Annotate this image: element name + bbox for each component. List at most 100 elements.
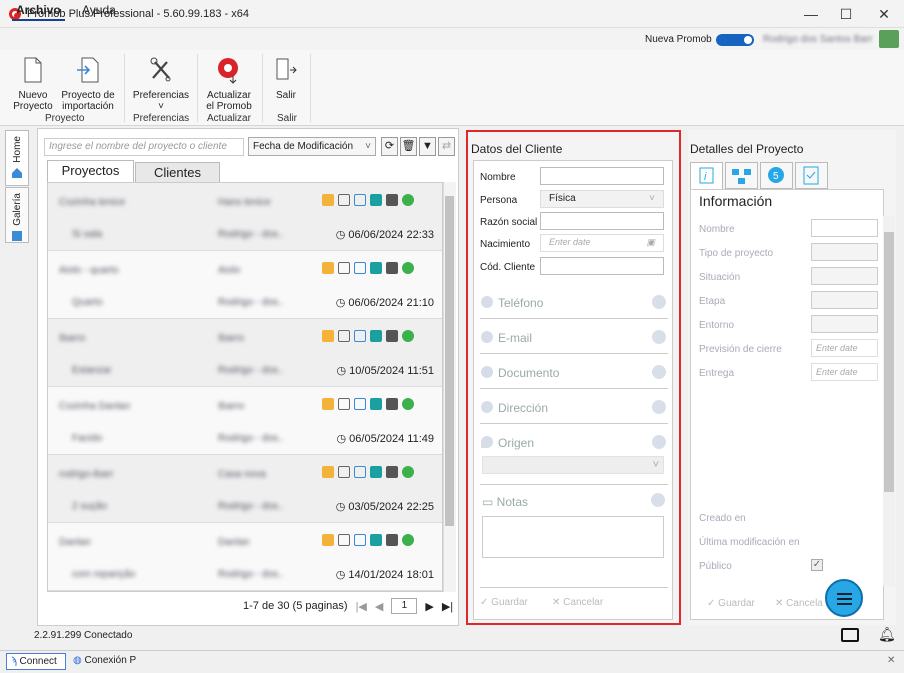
tab-proyectos[interactable]: Proyectos <box>47 160 134 183</box>
share-icon[interactable] <box>370 534 382 546</box>
delete-icon[interactable]: 🗑 <box>400 137 417 156</box>
menu-fab-button[interactable] <box>825 579 863 617</box>
copy-icon[interactable] <box>338 466 350 478</box>
maximize-button[interactable]: ☐ <box>828 4 864 24</box>
trash-icon[interactable] <box>386 466 398 478</box>
menu-ayuda[interactable]: Ayuda <box>78 3 120 21</box>
share-icon[interactable] <box>370 194 382 206</box>
copy-icon[interactable] <box>338 330 350 342</box>
trash-icon[interactable] <box>386 398 398 410</box>
cancelar-button[interactable]: ✕ Cancelar <box>552 597 603 608</box>
notas-textarea[interactable] <box>482 516 664 558</box>
entorno-select[interactable] <box>811 315 878 333</box>
tab-galeria[interactable]: Galería <box>5 187 29 243</box>
trash-icon[interactable] <box>386 262 398 274</box>
copy-icon[interactable] <box>338 534 350 546</box>
tab-home[interactable]: Home <box>5 130 29 186</box>
origen-select[interactable]: ˅ <box>482 456 664 474</box>
export-icon[interactable] <box>354 330 366 342</box>
new-project-button[interactable]: Nuevo Proyecto <box>10 56 56 112</box>
section-telefono[interactable]: Teléfono <box>480 285 668 319</box>
section-direccion[interactable]: Dirección <box>480 390 668 424</box>
calendar-icon[interactable]: ▣ <box>646 237 655 248</box>
section-email[interactable]: E-mail <box>480 320 668 354</box>
cloud-icon[interactable] <box>402 398 414 410</box>
trash-icon[interactable] <box>386 330 398 342</box>
folder-icon[interactable] <box>322 330 334 342</box>
collapse-icon[interactable] <box>651 493 665 507</box>
nombre-field[interactable] <box>540 167 664 185</box>
list-item[interactable]: Cozinha tenice Hans tenice Si sala Rodri… <box>48 183 442 251</box>
chat-icon[interactable] <box>841 628 859 642</box>
list-item[interactable]: rodrigo-ibarr Casa nova 2 sução Rodrigo … <box>48 455 442 523</box>
avatar[interactable] <box>879 30 899 48</box>
share-icon[interactable] <box>370 262 382 274</box>
add-icon[interactable] <box>481 296 493 308</box>
folder-icon[interactable] <box>322 398 334 410</box>
collapse-icon[interactable] <box>652 295 666 309</box>
connect-button[interactable]: ϡ Connect <box>6 653 66 670</box>
persona-select[interactable]: Física ˅ <box>540 190 664 208</box>
section-documento[interactable]: Documento <box>480 355 668 389</box>
copy-icon[interactable] <box>338 262 350 274</box>
copy-icon[interactable] <box>338 398 350 410</box>
nacimiento-date-field[interactable]: Enter date ▣ <box>540 234 664 252</box>
add-icon[interactable] <box>481 331 493 343</box>
project-name-field[interactable] <box>811 219 878 237</box>
bell-icon[interactable]: 🔔︎ <box>878 626 896 643</box>
cloud-icon[interactable] <box>402 534 414 546</box>
nueva-promob-toggle[interactable] <box>716 34 754 46</box>
filter-icon[interactable]: ▼ <box>419 137 436 156</box>
publico-checkbox[interactable]: ✓ <box>811 559 823 571</box>
cloud-icon[interactable] <box>402 330 414 342</box>
razon-social-field[interactable] <box>540 212 664 230</box>
copy-icon[interactable] <box>338 194 350 206</box>
minimize-button[interactable]: — <box>793 4 829 24</box>
swap-icon[interactable]: ⇄ <box>438 137 455 156</box>
etapa-select[interactable] <box>811 291 878 309</box>
preferences-button[interactable]: Preferencias ˅ <box>130 56 192 112</box>
close-tab-icon[interactable]: ✕ <box>887 655 895 666</box>
export-icon[interactable] <box>354 194 366 206</box>
folder-icon[interactable] <box>322 194 334 206</box>
details-scroll-thumb[interactable] <box>884 232 894 492</box>
first-page-icon[interactable]: |◀ <box>356 600 367 613</box>
list-item[interactable]: Aiolo - quarto Aiolo Quarto Rodrigo - do… <box>48 251 442 319</box>
entrega-date-field[interactable]: Enter date <box>811 363 878 381</box>
menu-archivo[interactable]: Archivo <box>12 3 65 21</box>
collapse-icon[interactable] <box>652 435 666 449</box>
info-tab[interactable]: i <box>690 162 723 189</box>
prev-page-icon[interactable]: ◀ <box>375 600 383 613</box>
import-project-button[interactable]: Proyecto de importación <box>58 56 118 112</box>
trash-icon[interactable] <box>386 194 398 206</box>
details-cancelar-button[interactable]: ✕ Cancela <box>775 598 823 609</box>
export-icon[interactable] <box>354 466 366 478</box>
list-scroll-thumb[interactable] <box>445 196 454 526</box>
guardar-button[interactable]: ✓ Guardar <box>480 597 528 608</box>
list-item[interactable]: Ibarro Ibarro Estanzar Rodrigo - dos.. ◷… <box>48 319 442 387</box>
cloud-icon[interactable] <box>402 466 414 478</box>
share-icon[interactable] <box>370 466 382 478</box>
tipo-select[interactable] <box>811 243 878 261</box>
sort-dropdown[interactable]: Fecha de Modificación ˅ <box>248 137 376 156</box>
update-promob-button[interactable]: Actualizar el Promob <box>202 56 256 112</box>
close-button[interactable]: ✕ <box>866 4 902 24</box>
prevision-date-field[interactable]: Enter date <box>811 339 878 357</box>
folder-icon[interactable] <box>322 534 334 546</box>
add-icon[interactable] <box>481 401 493 413</box>
refresh-icon[interactable]: ⟳ <box>381 137 398 156</box>
collapse-icon[interactable] <box>652 365 666 379</box>
section-origen[interactable]: Origen <box>480 425 668 459</box>
share-icon[interactable] <box>370 398 382 410</box>
folder-icon[interactable] <box>322 262 334 274</box>
share-icon[interactable] <box>370 330 382 342</box>
cloud-icon[interactable] <box>402 262 414 274</box>
search-input[interactable]: Ingrese el nombre del proyecto o cliente <box>44 138 244 156</box>
last-page-icon[interactable]: ▶| <box>442 600 453 613</box>
collapse-icon[interactable] <box>652 400 666 414</box>
list-item[interactable]: Danlan Danlan com reparição Rodrigo - do… <box>48 523 442 591</box>
structure-tab[interactable] <box>725 162 758 189</box>
situacion-select[interactable] <box>811 267 878 285</box>
details-guardar-button[interactable]: ✓ Guardar <box>707 598 755 609</box>
export-icon[interactable] <box>354 534 366 546</box>
